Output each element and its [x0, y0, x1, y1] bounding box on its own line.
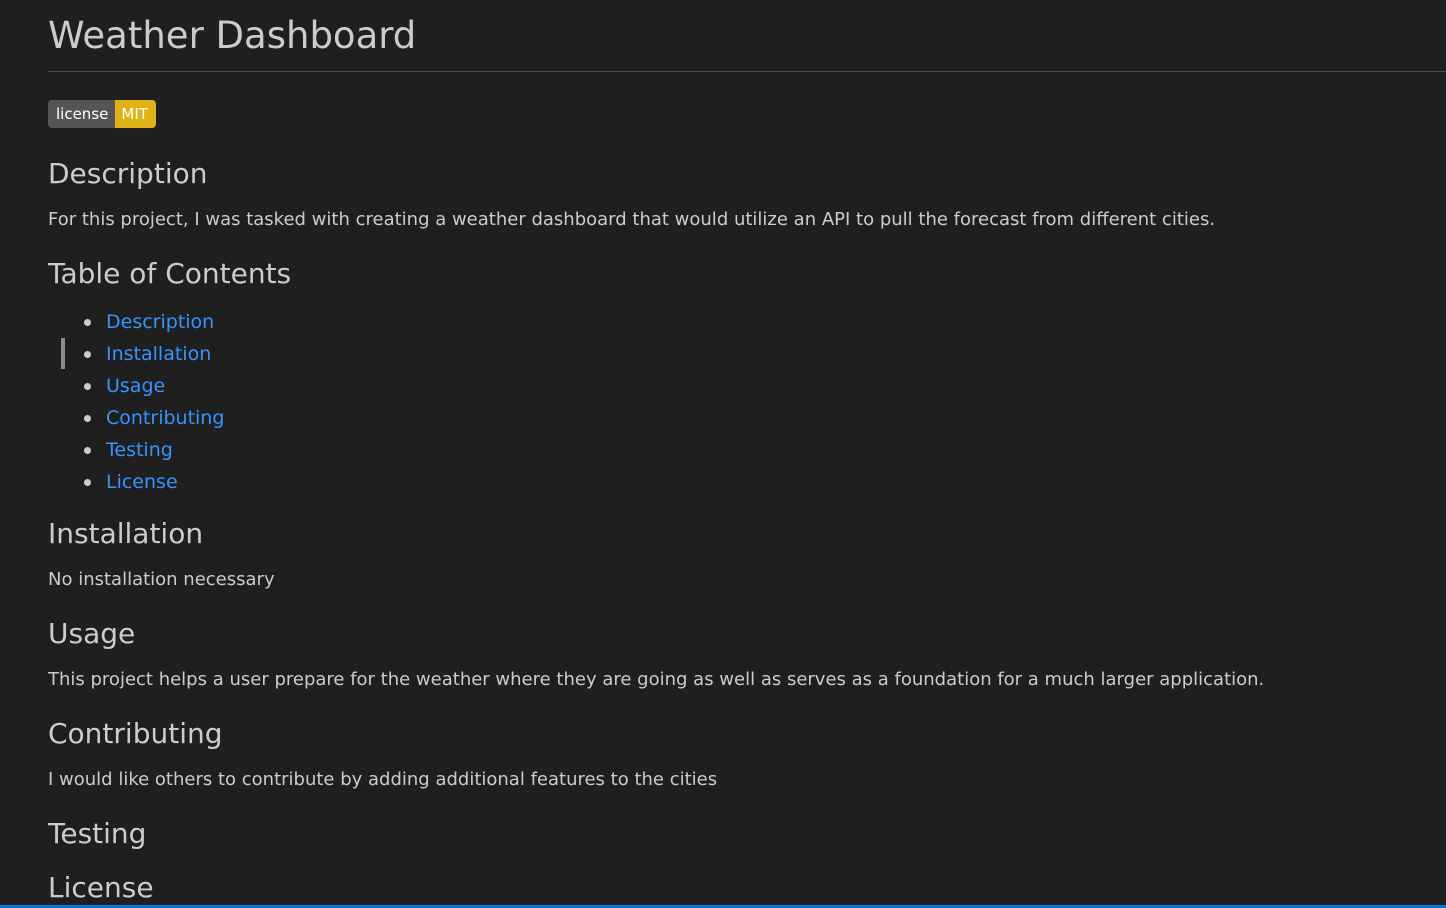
- bullet-icon: [84, 351, 91, 358]
- toc-heading: Table of Contents: [48, 257, 292, 290]
- toc-link-installation[interactable]: Installation: [106, 343, 211, 365]
- bullet-icon: [84, 447, 91, 454]
- toc-link-usage[interactable]: Usage: [106, 375, 165, 397]
- description-heading: Description: [48, 157, 208, 190]
- toc-item-contributing: Contributing: [48, 402, 224, 434]
- license-heading: License: [48, 871, 154, 904]
- description-text: For this project, I was tasked with crea…: [48, 209, 1216, 230]
- bullet-icon: [84, 319, 91, 326]
- license-badge-label: license: [48, 100, 116, 128]
- toc-item-description: Description: [48, 306, 224, 338]
- license-badge[interactable]: license MIT: [48, 100, 156, 128]
- toc-link-license[interactable]: License: [106, 471, 178, 493]
- toc-link-contributing[interactable]: Contributing: [106, 407, 224, 429]
- bullet-icon: [84, 415, 91, 422]
- contributing-text: I would like others to contribute by add…: [48, 769, 718, 790]
- markdown-preview: Weather Dashboard license MIT Descriptio…: [48, 0, 1446, 908]
- usage-text: This project helps a user prepare for th…: [48, 669, 1265, 690]
- toc-list: Description Installation Usage Contribut…: [48, 306, 224, 498]
- selection-gutter-marker: [61, 338, 65, 369]
- contributing-heading: Contributing: [48, 717, 223, 750]
- toc-item-installation: Installation: [48, 338, 224, 370]
- testing-heading: Testing: [48, 817, 147, 850]
- installation-text: No installation necessary: [48, 569, 275, 590]
- installation-heading: Installation: [48, 517, 204, 550]
- bullet-icon: [84, 383, 91, 390]
- usage-heading: Usage: [48, 617, 136, 650]
- toc-item-license: License: [48, 466, 224, 498]
- license-badge-value: MIT: [115, 100, 156, 128]
- toc-link-testing[interactable]: Testing: [106, 439, 173, 461]
- toc-item-testing: Testing: [48, 434, 224, 466]
- page-title: Weather Dashboard: [48, 14, 417, 57]
- bullet-icon: [84, 479, 91, 486]
- title-divider: [48, 71, 1446, 72]
- toc-item-usage: Usage: [48, 370, 224, 402]
- toc-link-description[interactable]: Description: [106, 311, 214, 333]
